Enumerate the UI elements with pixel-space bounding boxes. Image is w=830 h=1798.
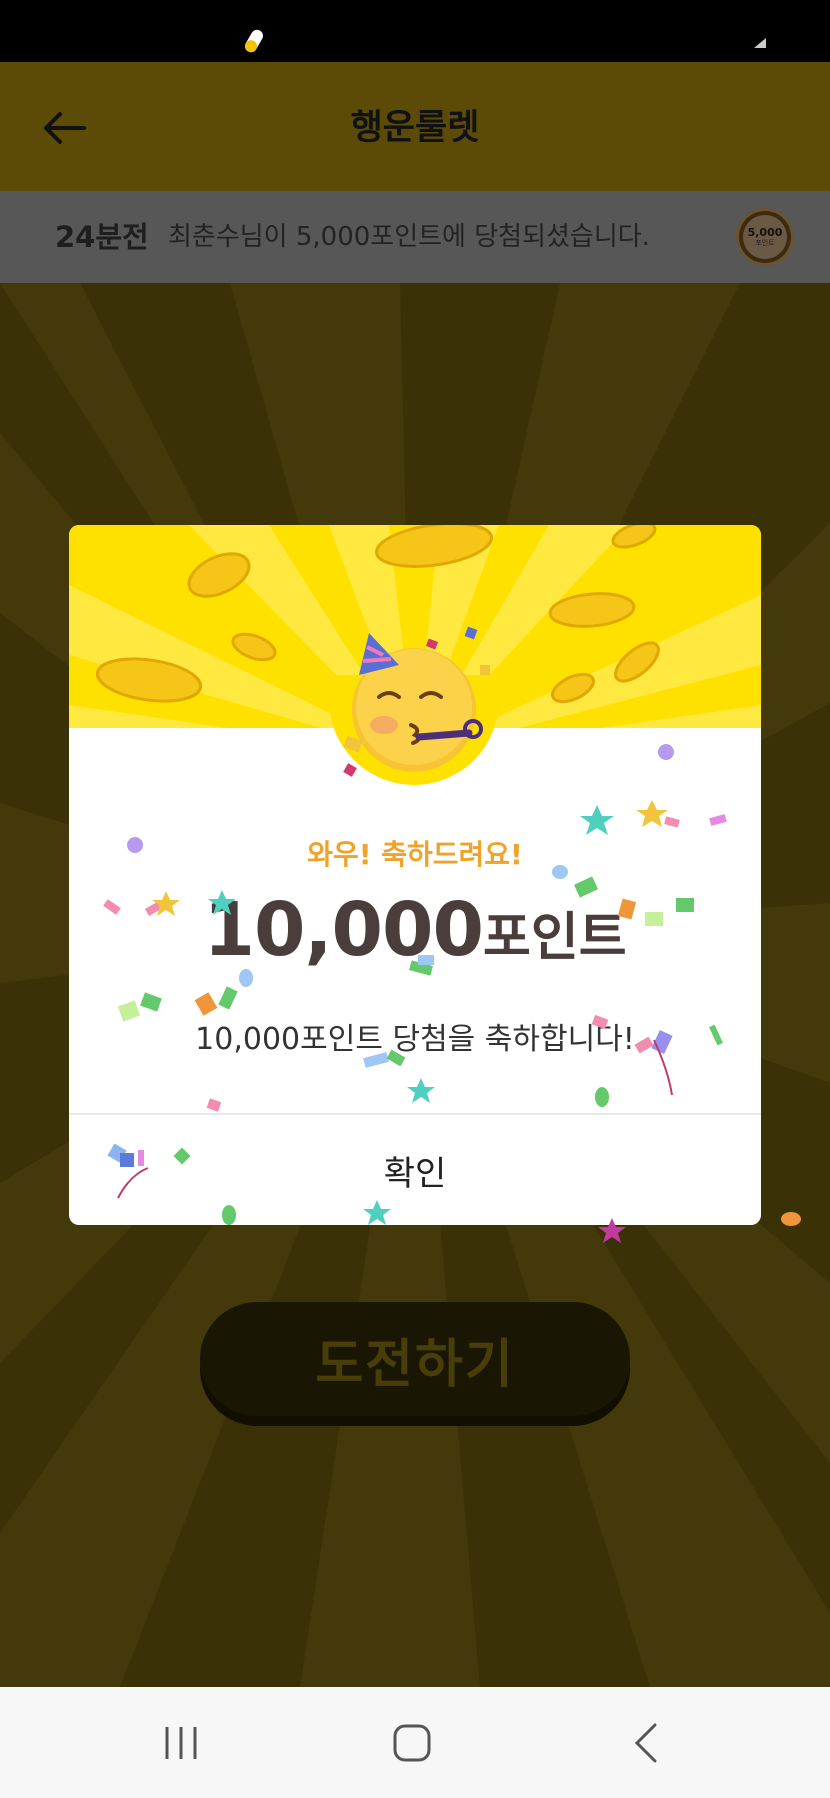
congrats-heading: 와우! 축하드려요!	[307, 838, 523, 871]
points-unit: 포인트	[483, 908, 627, 968]
ticker-message: 최춘수님이 5,000포인트에 당첨되셨습니다.	[168, 222, 650, 252]
partying-face-emoji	[352, 633, 483, 772]
points-number: 10,000	[203, 887, 484, 973]
status-bar	[0, 0, 830, 62]
recent-apps-button[interactable]	[141, 1715, 221, 1771]
ticker-time: 24분전	[55, 220, 149, 254]
confirm-button[interactable]: 확인	[69, 1115, 761, 1225]
signal-icon	[754, 38, 766, 48]
challenge-button[interactable]: 도전하기	[200, 1302, 630, 1416]
congrats-description: 10,000포인트 당첨을 축하합니다!	[195, 1022, 635, 1057]
back-icon	[634, 1723, 657, 1763]
coin-badge-sub: 포인트	[755, 239, 775, 247]
nav-back-button[interactable]	[606, 1715, 686, 1771]
app-notification-icon	[245, 29, 263, 53]
points-amount: 10,000포인트	[69, 885, 761, 995]
congrats-modal: 와우! 축하드려요! 10,000포인트 10,000포인트 당첨을 축하합니다…	[69, 525, 761, 1225]
page-title: 행운룰렛	[350, 108, 480, 148]
coin-badge: 5,000 포인트	[736, 208, 794, 266]
recent-apps-icon	[165, 1727, 197, 1759]
home-icon	[393, 1724, 431, 1762]
challenge-button-label: 도전하기	[315, 1334, 515, 1395]
home-button[interactable]	[372, 1715, 452, 1771]
coin-badge-value: 5,000	[747, 226, 783, 239]
